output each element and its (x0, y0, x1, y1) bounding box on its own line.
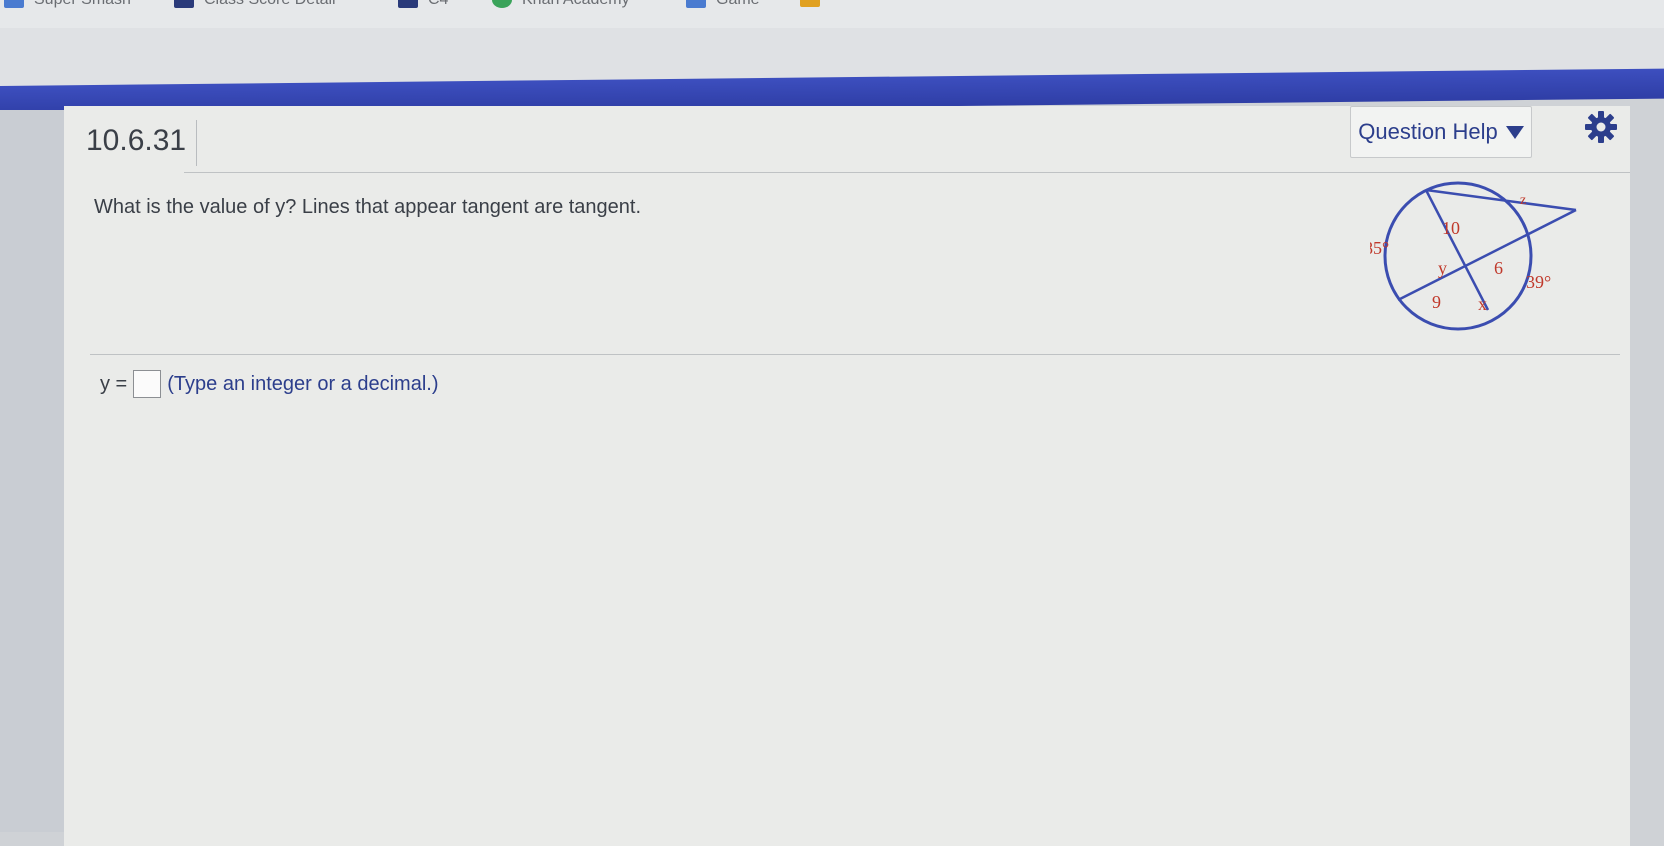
label-x: x (1478, 294, 1487, 314)
label-y: y (1438, 258, 1447, 278)
question-help-label: Question Help (1358, 119, 1498, 144)
label-6: 6 (1494, 258, 1503, 278)
answer-row: y = (Type an integer or a decimal.) (100, 370, 439, 398)
gear-icon[interactable] (1584, 110, 1618, 144)
doc-icon (4, 0, 24, 8)
question-help-button[interactable]: Question Help (1350, 106, 1532, 158)
drive-icon (800, 0, 820, 7)
khan-icon (492, 0, 512, 8)
circle-figure: 85° 10 y 6 39° 9 x z (1370, 181, 1577, 331)
bookmarks-bar: Super Smash Class Score Detail C4 Khan A… (0, 0, 1664, 29)
bookmark-super-smash[interactable]: Super Smash (4, 0, 131, 9)
bookmark-game[interactable]: Game (686, 0, 760, 9)
label-10: 10 (1442, 218, 1460, 238)
circle (1383, 181, 1533, 331)
doc-icon (686, 0, 706, 8)
bookmark-drive[interactable] (800, 0, 820, 7)
divider (90, 354, 1620, 355)
question-number: 10.6.31 (76, 120, 198, 166)
answer-prefix: y = (100, 372, 128, 395)
label-z: z (1520, 193, 1526, 208)
person-icon (398, 0, 418, 8)
sis-icon (174, 0, 194, 8)
bookmark-khan-academy[interactable]: Khan Academy (492, 0, 630, 9)
question-panel: 10.6.31 Question Help What is the value … (64, 106, 1630, 846)
dropdown-triangle-icon (1505, 125, 1524, 139)
label-39: 39° (1526, 272, 1551, 292)
tangent-line (1425, 188, 1577, 212)
label-85: 85° (1370, 238, 1389, 258)
answer-hint: (Type an integer or a decimal.) (167, 372, 439, 395)
question-text: What is the value of y? Lines that appea… (94, 196, 642, 218)
label-9: 9 (1432, 292, 1441, 312)
bookmark-class-score[interactable]: Class Score Detail (174, 0, 336, 9)
bookmark-c4[interactable]: C4 (398, 0, 448, 9)
answer-input[interactable] (133, 370, 162, 398)
